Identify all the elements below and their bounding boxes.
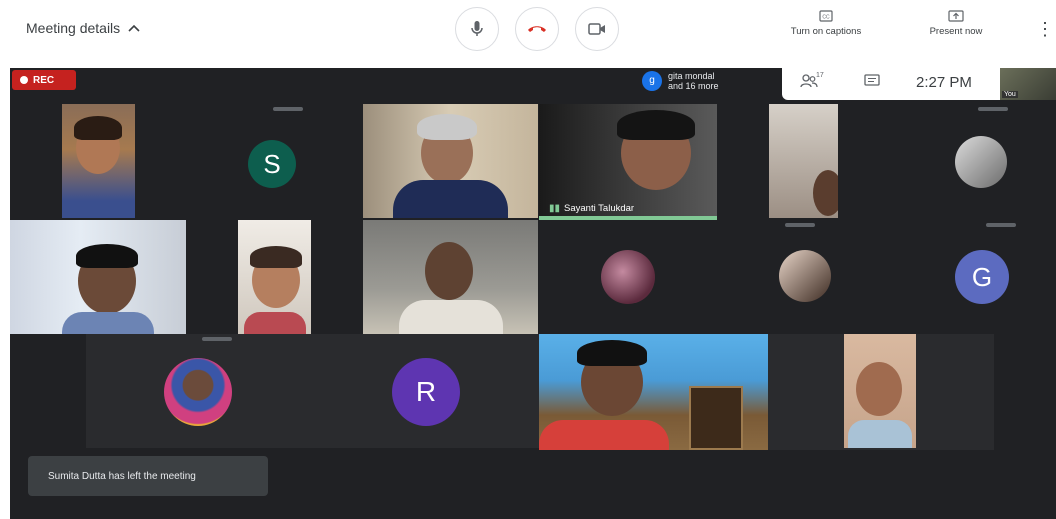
participant-tile-avatar[interactable]: R (360, 334, 540, 448)
meeting-details-label: Meeting details (26, 20, 121, 36)
self-view-label: You (1002, 91, 1018, 98)
participant-avatar-photo (955, 136, 1007, 188)
meeting-info-bar: 17 2:27 PM (782, 68, 1000, 100)
speaking-indicator-icon: ▮▮ (549, 203, 561, 214)
end-call-icon (528, 26, 546, 32)
chat-icon (864, 74, 880, 86)
microphone-button[interactable] (455, 7, 499, 51)
speaker-name-label: ▮▮ Sayanti Talukdar (549, 203, 635, 214)
camera-button[interactable] (575, 7, 619, 51)
participant-tile-video[interactable] (238, 220, 311, 334)
participant-tile-video[interactable] (10, 220, 186, 334)
participant-tile-video[interactable] (62, 104, 135, 218)
participant-tile-avatar[interactable]: G (915, 220, 1056, 334)
captions-label: Turn on captions (790, 26, 862, 37)
present-now-button[interactable]: Present now (916, 10, 996, 37)
participant-tile-avatar[interactable] (717, 220, 857, 334)
join-notice-line2: and 16 more (668, 81, 719, 91)
left-meeting-toast: Sumita Dutta has left the meeting (28, 456, 268, 496)
participant-tile-video[interactable] (539, 334, 768, 450)
svg-text:CC: CC (822, 15, 830, 21)
recording-badge: REC (12, 70, 76, 90)
camera-icon (588, 23, 605, 35)
participant-avatar-photo (779, 250, 831, 302)
participant-avatar-photo (164, 358, 232, 426)
video-grid: S ▮▮ Sayanti Talukdar G R REC g gita mon… (10, 68, 1056, 519)
join-avatar: g (642, 71, 662, 91)
participant-tile-video[interactable] (363, 104, 538, 218)
participant-tile-avatar[interactable] (86, 334, 360, 448)
participant-tile-active-speaker[interactable]: ▮▮ Sayanti Talukdar (539, 104, 717, 220)
mic-icon (471, 21, 483, 36)
participant-tile-avatar[interactable] (915, 104, 1056, 218)
end-call-button[interactable] (515, 7, 559, 51)
chat-button[interactable] (864, 74, 880, 93)
participant-count: 17 (816, 72, 824, 79)
captions-button[interactable]: CC Turn on captions (780, 10, 872, 37)
self-view-thumbnail[interactable]: You (1000, 68, 1056, 100)
participant-avatar: R (392, 358, 460, 426)
present-icon (948, 10, 964, 22)
record-dot-icon (20, 76, 28, 84)
clock-time: 2:27 PM (916, 74, 972, 91)
participants-button[interactable]: 17 (800, 72, 824, 93)
participant-tile-video-container[interactable] (768, 334, 994, 450)
join-notice-line1: gita mondal (668, 71, 715, 81)
participant-tile-avatar[interactable]: S (160, 104, 365, 218)
participant-avatar: S (248, 140, 296, 188)
more-options-icon[interactable]: ⋮ (1036, 20, 1054, 38)
captions-icon: CC (819, 10, 833, 22)
participant-avatar-photo (601, 250, 655, 304)
participant-avatar: G (955, 250, 1009, 304)
participant-tile-video[interactable] (769, 104, 838, 218)
participant-video (844, 334, 916, 448)
participant-tile-avatar[interactable] (539, 220, 717, 334)
meeting-details-toggle[interactable]: Meeting details (26, 20, 140, 36)
participant-tile-video[interactable] (363, 220, 538, 334)
chevron-up-icon (128, 24, 140, 32)
present-label: Present now (929, 26, 983, 37)
join-notification: g gita mondal and 16 more (642, 68, 784, 96)
top-bar: Meeting details CC Turn on captions Pres… (0, 0, 1056, 68)
